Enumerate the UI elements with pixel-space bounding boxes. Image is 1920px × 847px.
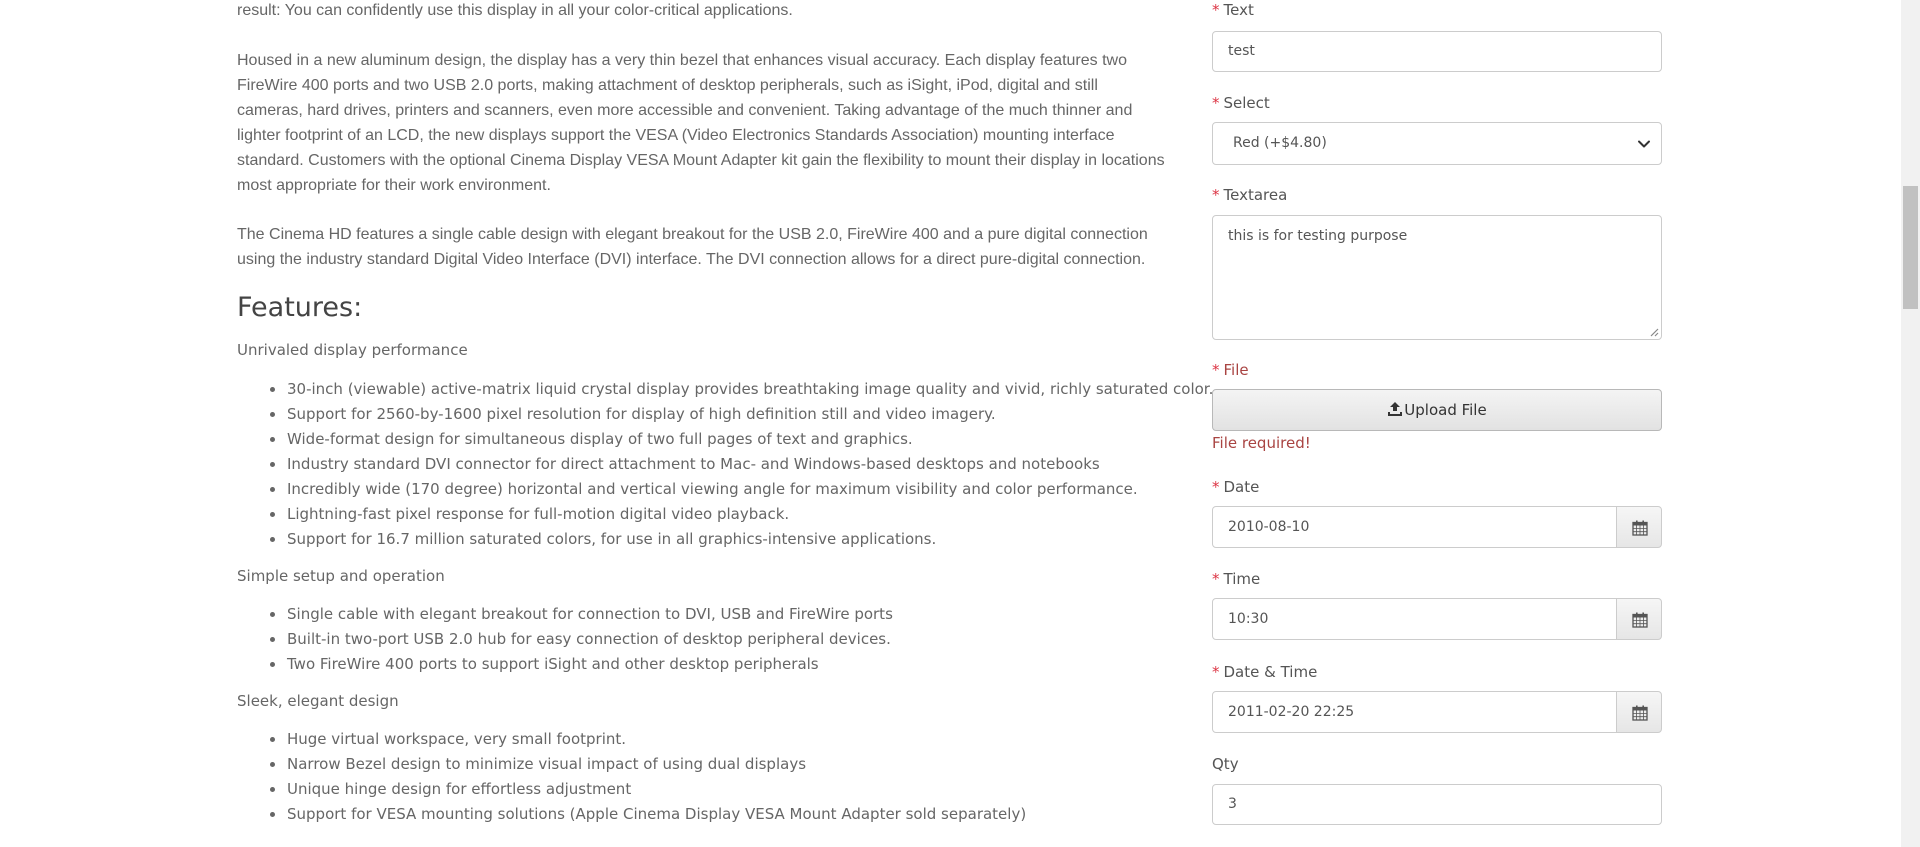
- list-item: Lightning-fast pixel response for full-m…: [237, 502, 1213, 527]
- time-picker-button[interactable]: [1616, 598, 1662, 640]
- file-label: * File: [1212, 361, 1249, 379]
- list-item: 30-inch (viewable) active-matrix liquid …: [237, 377, 1213, 402]
- required-mark: *: [1212, 570, 1220, 588]
- select-label: * Select: [1212, 94, 1270, 112]
- required-mark: *: [1212, 663, 1220, 681]
- features-heading: Features:: [237, 292, 363, 323]
- list-item: Wide-format design for simultaneous disp…: [237, 427, 1213, 452]
- list-item: Two FireWire 400 ports to support iSight…: [237, 652, 893, 677]
- qty-label: Qty: [1212, 755, 1239, 773]
- text-input[interactable]: test: [1212, 31, 1662, 72]
- scrollbar-thumb[interactable]: [1903, 186, 1918, 309]
- list-item: Unique hinge design for effortless adjus…: [237, 777, 1026, 802]
- calendar-icon: [1632, 612, 1648, 628]
- resize-grip-icon[interactable]: [1649, 327, 1659, 337]
- feature-group-title: Simple setup and operation: [237, 567, 445, 585]
- required-mark: *: [1212, 1, 1220, 19]
- date-label: * Date: [1212, 478, 1260, 496]
- page-scrollbar[interactable]: [1901, 0, 1920, 847]
- feature-group-title: Unrivaled display performance: [237, 341, 468, 359]
- time-input[interactable]: 10:30: [1212, 598, 1617, 640]
- required-mark: *: [1212, 94, 1220, 112]
- list-item: Single cable with elegant breakout for c…: [237, 602, 893, 627]
- required-mark: *: [1212, 186, 1220, 204]
- color-select[interactable]: Red (+$4.80): [1212, 122, 1662, 165]
- chevron-down-icon: [1638, 140, 1650, 148]
- list-item: Industry standard DVI connector for dire…: [237, 452, 1213, 477]
- date-picker-button[interactable]: [1616, 506, 1662, 548]
- datetime-picker-button[interactable]: [1616, 691, 1662, 733]
- date-field-group: 2010-08-10: [1212, 506, 1662, 548]
- feature-list: 30-inch (viewable) active-matrix liquid …: [237, 377, 1213, 552]
- text-label: * Text: [1212, 1, 1254, 19]
- feature-group-title: Sleek, elegant design: [237, 692, 399, 710]
- description-paragraph: The Cinema HD features a single cable de…: [237, 226, 1148, 268]
- datetime-field-group: 2011-02-20 22:25: [1212, 691, 1662, 733]
- feature-list: Single cable with elegant breakout for c…: [237, 602, 893, 677]
- datetime-label: * Date & Time: [1212, 663, 1318, 681]
- list-item: Built-in two-port USB 2.0 hub for easy c…: [237, 627, 893, 652]
- calendar-icon: [1632, 705, 1648, 721]
- feature-list: Huge virtual workspace, very small footp…: [237, 727, 1026, 827]
- list-item: Support for VESA mounting solutions (App…: [237, 802, 1026, 827]
- time-field-group: 10:30: [1212, 598, 1662, 640]
- file-error-message: File required!: [1212, 434, 1311, 452]
- textarea-label: * Textarea: [1212, 186, 1288, 204]
- select-value: Red (+$4.80): [1233, 135, 1327, 151]
- upload-icon: [1388, 402, 1403, 416]
- list-item: Narrow Bezel design to minimize visual i…: [237, 752, 1026, 777]
- required-mark: *: [1212, 478, 1220, 496]
- description-paragraph: result: You can confidently use this dis…: [237, 2, 793, 19]
- textarea-value: this is for testing purpose: [1228, 228, 1408, 244]
- time-label: * Time: [1212, 570, 1261, 588]
- upload-file-label: Upload File: [1404, 401, 1487, 419]
- list-item: Huge virtual workspace, very small footp…: [237, 727, 1026, 752]
- list-item: Support for 2560-by-1600 pixel resolutio…: [237, 402, 1213, 427]
- datetime-input[interactable]: 2011-02-20 22:25: [1212, 691, 1617, 733]
- list-item: Support for 16.7 million saturated color…: [237, 527, 1213, 552]
- required-mark: *: [1212, 361, 1220, 379]
- calendar-icon: [1632, 520, 1648, 536]
- quantity-input[interactable]: 3: [1212, 784, 1662, 825]
- description-paragraph: Housed in a new aluminum design, the dis…: [237, 52, 1165, 194]
- upload-file-button[interactable]: Upload File: [1212, 389, 1662, 431]
- list-item: Incredibly wide (170 degree) horizontal …: [237, 477, 1213, 502]
- textarea-field[interactable]: this is for testing purpose: [1212, 215, 1662, 340]
- date-input[interactable]: 2010-08-10: [1212, 506, 1617, 548]
